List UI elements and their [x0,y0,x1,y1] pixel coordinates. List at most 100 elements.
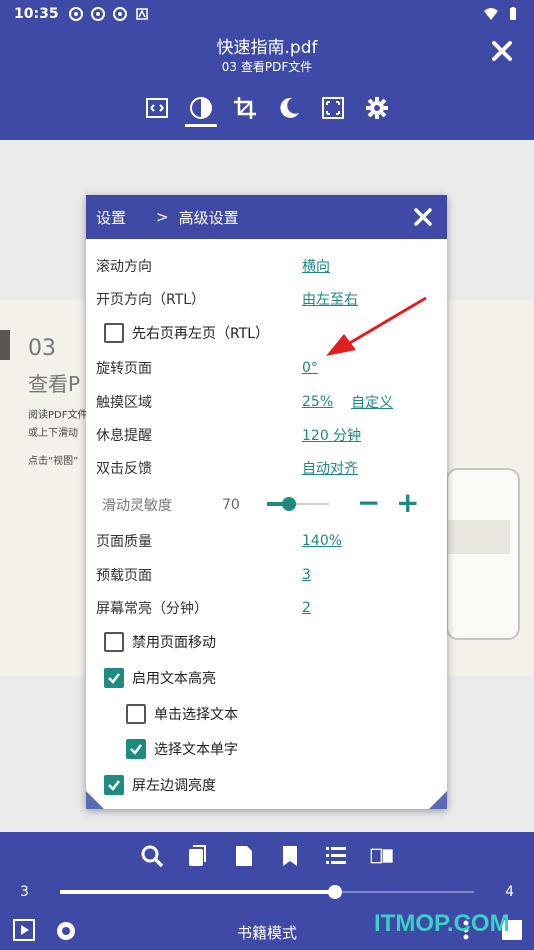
two-page-icon [370,848,393,864]
crop-icon [234,97,256,119]
setting-label: 双击反馈 [96,461,152,477]
custom-touch-link[interactable]: 自定义 [351,392,393,412]
list-icon [326,847,346,864]
status-icons-right [484,6,520,21]
setting-label: 滚动方向 [96,259,152,275]
page-slider-fill [60,890,336,894]
breadcrumb-separator: > [156,208,169,226]
checkmark-icon [130,744,142,755]
advanced-settings-dialog: 设置 > 高级设置 滚动方向 横向 开页方向（RTL） 由左至右 先右页再左页（… [86,195,447,809]
setting-value-link[interactable]: 25% [302,394,333,410]
fit-width-button[interactable] [144,95,170,121]
checkbox-label: 屏左边调亮度 [132,778,216,794]
sensitivity-value: 70 [222,497,240,513]
resize-corner-left[interactable] [86,791,104,809]
setting-label: 屏幕常亮（分钟） [96,601,208,617]
gear-icon [366,97,388,119]
top-app-bar: 快速指南.pdf 03 查看PDF文件 [0,27,534,140]
setting-value-link[interactable]: 自动对齐 [302,458,358,478]
sensitivity-slider-thumb[interactable] [282,497,296,511]
checkbox-label: 先右页再左页（RTL） [132,326,270,342]
setting-screen-on: 屏幕常亮（分钟） 2 [96,596,329,620]
setting-preload-pages: 预载页面 3 [96,563,329,587]
two-page-button[interactable] [370,844,394,868]
checkbox-label: 禁用页面移动 [132,635,216,651]
app-notification-icon [68,6,83,21]
page-text: 阅读PDF文件 [28,410,88,421]
checkbox[interactable] [126,704,146,724]
checkbox[interactable] [104,775,124,795]
setting-label: 休息提醒 [96,428,152,444]
checkbox[interactable] [104,323,124,343]
checkbox-label: 选择文本单字 [154,742,238,758]
sim-card-icon [135,7,148,20]
checkbox-disable-move[interactable]: 禁用页面移动 [104,630,216,654]
setting-label: 预载页面 [96,568,152,584]
checkbox[interactable] [126,739,146,759]
document-subtitle: 03 查看PDF文件 [221,60,313,74]
increase-button[interactable]: + [396,489,419,517]
chapter-number: 03 [28,336,56,361]
phone-card [448,520,510,554]
page-button[interactable] [232,844,256,868]
night-mode-button[interactable] [276,95,302,121]
page-text: 点击“视图” [28,456,79,467]
page-end: 4 [505,884,514,900]
settings-button[interactable] [364,95,390,121]
wifi-icon [484,7,498,20]
close-icon[interactable] [490,39,514,63]
contrast-icon [190,97,212,119]
checkmark-icon [108,673,120,684]
page-text: 或上下滑动 [28,428,78,439]
document-title: 快速指南.pdf [216,38,318,58]
checkbox-text-highlight[interactable]: 启用文本高亮 [104,666,216,690]
setting-label: 开页方向（RTL） [96,292,206,308]
setting-page-quality: 页面质量 140% [96,529,360,553]
dialog-header: 设置 > 高级设置 [86,195,447,239]
search-icon [141,845,164,868]
decrease-button[interactable]: − [357,489,380,517]
page-icon [236,846,252,866]
setting-sensitivity: 滑动灵敏度 70 [96,493,240,517]
breadcrumb-advanced: 高级设置 [178,208,239,227]
checkmark-icon [108,780,120,791]
setting-touch-area: 触摸区域 25% 自定义 [96,390,411,414]
setting-label: 触摸区域 [96,395,152,411]
setting-value-link[interactable]: 3 [302,567,311,583]
checkbox[interactable] [104,668,124,688]
checkbox-right-first[interactable]: 先右页再左页（RTL） [104,321,269,345]
setting-value-link[interactable]: 140% [302,533,342,549]
watermark: ITMOP.COM [374,910,510,937]
arrow-annotation-icon [326,296,427,356]
setting-scroll-direction: 滚动方向 横向 [96,254,348,278]
contrast-button[interactable] [185,95,217,127]
page-slider[interactable]: 3 4 [0,882,534,902]
setting-double-tap: 双击反馈 自动对齐 [96,456,376,480]
crop-button[interactable] [232,95,258,121]
checkbox-tap-select[interactable]: 单击选择文本 [126,702,238,726]
resize-corner-right[interactable] [429,791,447,809]
battery-icon [510,6,516,20]
setting-value-link[interactable]: 120 分钟 [302,425,361,445]
search-button[interactable] [140,844,164,868]
status-icons-left [68,6,149,21]
bookmark-button[interactable] [278,844,302,868]
setting-rest-reminder: 休息提醒 120 分钟 [96,423,379,447]
setting-value-link[interactable]: 横向 [302,256,330,276]
setting-value-link[interactable]: 2 [302,600,311,616]
view-toolbar [0,95,534,127]
checkbox-left-brightness[interactable]: 屏左边调亮度 [104,773,216,797]
fit-width-icon [146,98,168,118]
page-slider-thumb[interactable] [328,885,342,899]
breadcrumb-settings[interactable]: 设置 [96,207,126,228]
fullscreen-icon [322,97,344,119]
checkbox[interactable] [104,632,124,652]
page-start: 3 [20,884,29,900]
phone-illustration [446,468,520,640]
close-icon[interactable] [413,207,433,227]
pages-button[interactable] [186,844,210,868]
fullscreen-button[interactable] [320,95,346,121]
outline-button[interactable] [324,844,348,868]
checkbox-select-word[interactable]: 选择文本单字 [126,737,238,761]
pages-icon [189,845,206,866]
